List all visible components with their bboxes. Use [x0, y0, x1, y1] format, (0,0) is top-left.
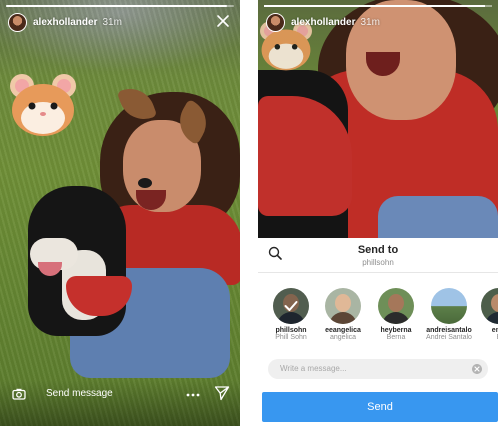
avatar[interactable] [325, 288, 361, 324]
story-progress-bar [264, 5, 492, 7]
recipient-emn[interactable]: emn E [472, 288, 498, 341]
recipient-eeangelica[interactable]: eeangelica angelica [316, 288, 370, 341]
story-progress-bar [6, 5, 234, 7]
story-header: alexhollander 31m [8, 12, 232, 32]
story-viewer-left: alexhollander 31m Send message [0, 0, 240, 426]
recipient-name: Phill Sohn [275, 334, 307, 341]
recipient-username: andreisantalo [426, 327, 472, 334]
recipient-name: angelica [329, 334, 357, 341]
recipient-andreisantalo[interactable]: andreisantalo Andrei Santalo [422, 288, 476, 341]
more-icon[interactable] [186, 393, 200, 397]
avatar[interactable] [431, 288, 467, 324]
story-footer: Send message [0, 380, 240, 426]
send-message-input[interactable]: Send message [46, 388, 113, 399]
message-input[interactable]: Write a message... [268, 359, 488, 379]
recipient-username: phillsohn [275, 327, 307, 334]
divider [258, 272, 498, 273]
hamster-sticker-icon[interactable] [8, 72, 78, 138]
story-timestamp: 31m [360, 16, 380, 28]
story-username[interactable]: alexhollander [33, 17, 97, 28]
direct-send-icon[interactable] [214, 385, 230, 401]
recipient-username: eeangelica [325, 327, 361, 334]
avatar[interactable] [378, 288, 414, 324]
story-username[interactable]: alexhollander [291, 17, 355, 28]
avatar[interactable] [8, 12, 27, 32]
story-photo-dimmed[interactable]: alexhollander 31m [258, 0, 498, 238]
recipient-username: heyberna [380, 327, 412, 334]
recipient-name: Andrei Santalo [426, 334, 472, 341]
avatar[interactable] [266, 12, 285, 32]
sheet-subtitle: phillsohn [362, 258, 394, 267]
avatar[interactable] [273, 288, 309, 324]
checkmark-icon [273, 288, 309, 324]
avatar[interactable] [481, 288, 498, 324]
story-timestamp: 31m [102, 16, 122, 28]
story-viewer-right: alexhollander 31m Send to phillsohn phil… [258, 0, 498, 426]
story-photo[interactable] [0, 0, 240, 426]
close-icon[interactable] [216, 14, 230, 28]
recipient-heyberna[interactable]: heyberna Berna [369, 288, 423, 341]
sheet-title: Send to [357, 244, 399, 256]
camera-icon[interactable] [12, 388, 26, 400]
clear-icon[interactable] [472, 364, 482, 374]
send-button[interactable]: Send [262, 392, 498, 422]
story-header: alexhollander 31m [266, 12, 490, 32]
recipient-phillsohn[interactable]: phillsohn Phill Sohn [264, 288, 318, 341]
recipient-list: phillsohn Phill Sohn eeangelica angelica… [258, 288, 498, 352]
recipient-name: Berna [386, 334, 406, 341]
recipient-name: E [472, 334, 498, 341]
recipient-username: emn [491, 327, 498, 334]
message-placeholder: Write a message... [280, 364, 347, 373]
send-to-sheet: Send to phillsohn phillsohn Phill Sohn e… [258, 238, 498, 426]
